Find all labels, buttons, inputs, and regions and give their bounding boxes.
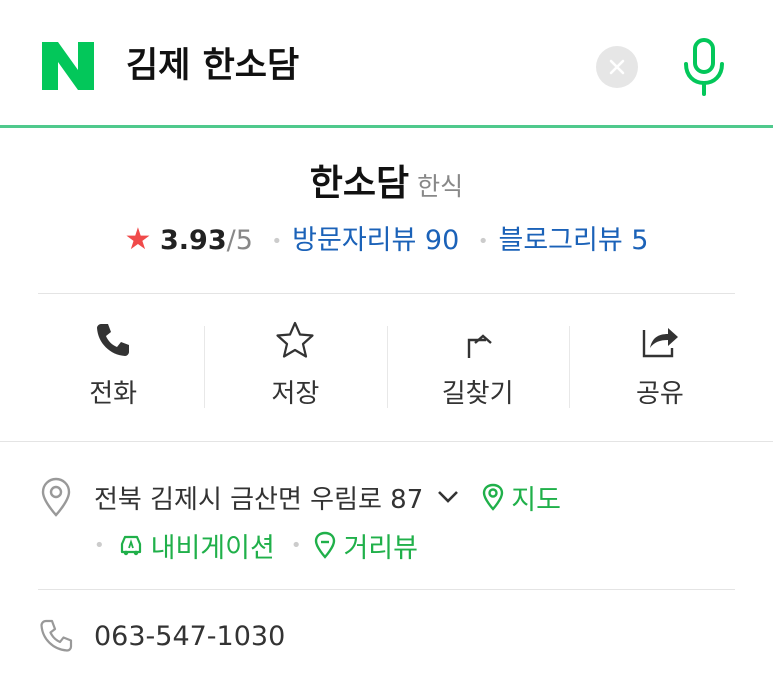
map-link-label: 지도 (511, 484, 561, 516)
map-link[interactable]: 지도 (481, 478, 561, 517)
divider (38, 293, 735, 294)
rating-score: 3.93 (160, 225, 227, 256)
address-row: 전북 김제시 금산면 우림로 87 지도 (38, 477, 561, 517)
street-view-icon (315, 531, 336, 559)
divider (38, 589, 735, 590)
call-label: 전화 (89, 379, 138, 409)
phone-outline-icon (40, 619, 73, 652)
map-pin-icon (483, 483, 504, 511)
save-button[interactable]: 저장 (204, 318, 386, 413)
navigation-link-label: 내비게이션 (150, 532, 275, 564)
save-label: 저장 (271, 379, 320, 409)
rating-max: /5 (226, 225, 253, 256)
star-icon: ★ (124, 222, 152, 257)
divider (0, 441, 773, 442)
directions-label: 길찾기 (441, 379, 514, 409)
directions-icon (467, 334, 492, 358)
navigation-link[interactable]: 내비게이션 (117, 526, 275, 565)
phone-number[interactable]: 063-547-1030 (94, 621, 285, 652)
rating-row: ★ 3.93/5 • 방문자리뷰 90 • 블로그리뷰 5 (0, 222, 773, 260)
address-links-row: • 내비게이션 • 거리뷰 (94, 526, 418, 564)
separator-dot: • (271, 230, 283, 252)
share-label: 공유 (635, 379, 684, 409)
place-category: 한식 (417, 172, 464, 201)
place-name: 한소담 (309, 163, 410, 204)
call-button[interactable]: 전화 (22, 318, 204, 413)
search-query[interactable]: 김제 한소담 (126, 44, 299, 88)
street-view-link-label: 거리뷰 (343, 532, 418, 564)
place-title-row: 한소담 한식 (0, 160, 773, 214)
share-button[interactable]: 공유 (568, 318, 751, 413)
close-icon (609, 59, 625, 75)
naver-logo[interactable] (42, 42, 94, 90)
blog-reviews-link[interactable]: 블로그리뷰 5 (499, 225, 649, 256)
directions-button[interactable]: 길찾기 (386, 318, 569, 413)
clear-button[interactable] (596, 46, 638, 88)
phone-row: 063-547-1030 (38, 616, 285, 656)
mic-icon[interactable] (680, 38, 728, 96)
address-text[interactable]: 전북 김제시 금산면 우림로 87 (94, 479, 423, 516)
search-bar: 김제 한소담 (0, 0, 773, 128)
street-view-link[interactable]: 거리뷰 (313, 526, 418, 565)
action-bar: 전화 저장 길찾기 공유 (22, 318, 751, 413)
chevron-down-icon[interactable] (437, 490, 459, 504)
visitor-reviews-link[interactable]: 방문자리뷰 90 (292, 225, 459, 256)
separator-dot: • (290, 534, 302, 556)
separator-dot: • (94, 534, 105, 556)
separator-dot: • (477, 230, 489, 252)
car-icon (120, 535, 141, 556)
location-pin-icon (41, 477, 71, 517)
star-outline-icon (276, 321, 314, 358)
phone-icon (97, 324, 130, 356)
share-icon (642, 328, 678, 358)
